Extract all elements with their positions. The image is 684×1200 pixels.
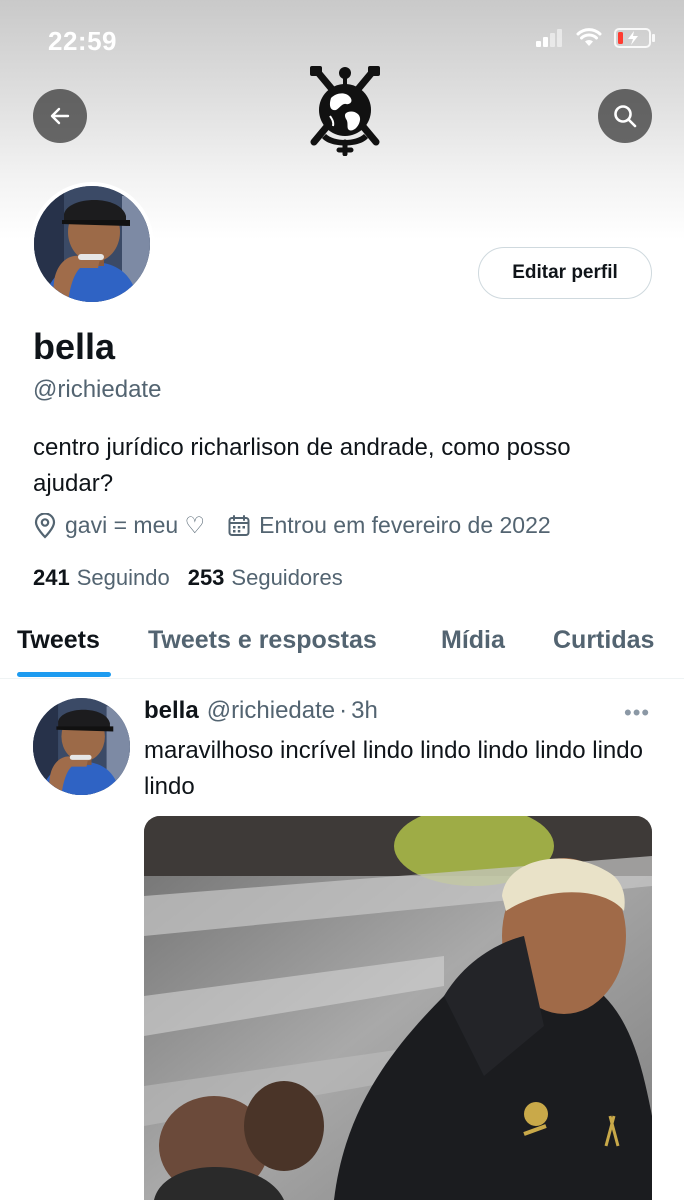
tab-tweets-and-replies[interactable]: Tweets e respostas — [148, 626, 377, 655]
search-button[interactable] — [598, 89, 652, 143]
profile-tabs: Tweets Tweets e respostas Mídia Curtidas — [0, 618, 684, 679]
profile-location-text: gavi = meu ♡ — [65, 512, 206, 538]
search-icon — [614, 105, 637, 128]
tweet-photo — [144, 816, 652, 1200]
tweet-author-handle[interactable]: @richiedate — [207, 697, 335, 725]
tweet-media-image[interactable] — [144, 816, 652, 1200]
tab-tweets[interactable]: Tweets — [17, 626, 100, 655]
profile-joined: Entrou em fevereiro de 2022 — [227, 512, 551, 539]
profile-meta: gavi = meu ♡ Entrou em fevereiro de 2022 — [33, 512, 573, 539]
avatar-image — [34, 186, 150, 302]
status-icons — [536, 28, 656, 48]
followers-count: 253 — [187, 565, 225, 590]
following-label: Seguindo — [76, 565, 170, 590]
tweet-text: maravilhoso incrível lindo lindo lindo l… — [144, 737, 643, 800]
back-button[interactable] — [33, 89, 87, 143]
calendar-icon — [228, 514, 250, 536]
location-pin-icon — [34, 512, 56, 539]
cellular-signal-icon — [536, 29, 562, 47]
tab-media[interactable]: Mídia — [441, 626, 505, 655]
profile-avatar[interactable] — [30, 182, 154, 306]
tweet-avatar[interactable] — [33, 698, 130, 795]
followers-label: Seguidores — [231, 565, 343, 590]
tab-likes[interactable]: Curtidas — [553, 626, 654, 655]
club-crest-logo — [310, 66, 380, 156]
tweet-separator: · — [339, 697, 348, 724]
avatar-image — [33, 698, 130, 795]
edit-profile-button[interactable]: Editar perfil — [478, 247, 652, 299]
follow-stats: 241 Seguindo 253 Seguidores — [33, 565, 361, 591]
profile-bio: centro jurídico richarlison de andrade, … — [33, 434, 571, 497]
tweet-more-options-button[interactable]: ••• — [624, 700, 650, 726]
profile-display-name: bella — [33, 326, 116, 367]
following-count: 241 — [33, 565, 70, 590]
profile-location: gavi = meu ♡ — [33, 512, 205, 539]
arrow-left-icon — [50, 107, 70, 125]
tweet-author-name[interactable]: bella — [144, 697, 199, 725]
following-link[interactable]: 241 Seguindo — [33, 565, 170, 591]
profile-joined-text: Entrou em fevereiro de 2022 — [259, 512, 551, 538]
wifi-icon — [576, 28, 602, 46]
followers-link[interactable]: 253 Seguidores — [188, 565, 343, 591]
active-tab-indicator — [17, 672, 111, 677]
tweet-header: bella @richiedate · 3h — [144, 697, 378, 725]
profile-handle: @richiedate — [33, 376, 162, 403]
status-time: 22:59 — [48, 26, 117, 56]
tweet-timestamp[interactable]: 3h — [351, 697, 378, 725]
battery-charging-icon — [614, 28, 655, 48]
